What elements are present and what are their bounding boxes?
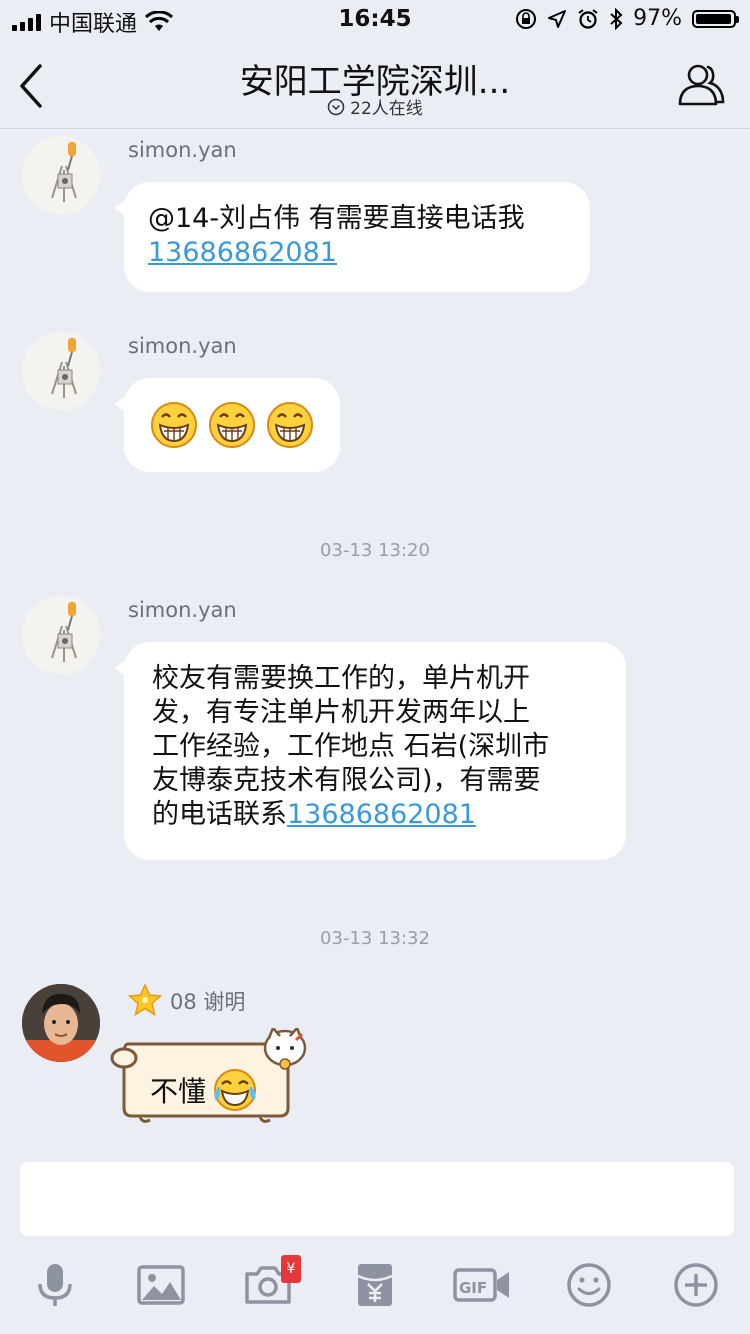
message-bubble[interactable]: 校友有需要换工作的，单片机开 发，有专注单片机开发两年以上 工作经验，工作地点 … <box>114 642 626 860</box>
message-line: 发，有专注单片机开发两年以上 <box>152 697 530 728</box>
gif-icon[interactable]: GIF <box>452 1260 512 1310</box>
laugh-cry-emoji <box>214 1069 257 1111</box>
message-bubble[interactable]: @14-刘占伟 有需要直接电话我 13686862081 <box>114 182 590 292</box>
online-status[interactable]: 22人在线 <box>0 94 750 119</box>
chevron-down-circle-icon <box>327 98 345 115</box>
message-line: 友博泰克技术有限公司)，有需要 <box>152 765 541 796</box>
battery-icon <box>692 9 739 28</box>
image-icon[interactable] <box>136 1260 186 1310</box>
status-right: 97% <box>515 6 739 31</box>
message-text: 的电话联系 <box>152 799 287 830</box>
alarm-icon <box>578 8 598 29</box>
rotation-lock-icon <box>516 8 537 29</box>
message-line: 的电话联系13686862081 <box>152 798 602 832</box>
grin-emoji <box>151 402 197 448</box>
avatar-image <box>22 332 100 410</box>
battery-fill <box>696 13 731 24</box>
phone-link[interactable]: 13686862081 <box>148 236 566 270</box>
timestamp: 03-13 13:20 <box>320 540 430 561</box>
message-line: 工作经验，工作地点 石岩(深圳市 <box>152 731 550 762</box>
message-line: 校友有需要换工作的，单片机开 <box>152 663 530 694</box>
avatar[interactable] <box>22 136 100 214</box>
nav-bar: 安阳工学院深圳... 22人在线 <box>0 40 750 129</box>
status-bar: 中国联通 16:45 97% <box>0 0 750 40</box>
timestamp: 03-13 13:32 <box>320 928 430 949</box>
sticker-message: 不懂 <box>150 1067 258 1113</box>
avatar-image <box>22 596 100 674</box>
avatar[interactable] <box>22 332 100 410</box>
emoji-row <box>150 378 314 472</box>
input-toolbar: GIF <box>0 1250 750 1334</box>
sender-name: simon.yan <box>128 334 237 358</box>
message-input[interactable] <box>20 1162 734 1236</box>
microphone-icon[interactable] <box>30 1260 80 1310</box>
avatar-image <box>22 984 100 1062</box>
online-count: 22人在线 <box>350 99 423 119</box>
sender-name: simon.yan <box>128 138 237 162</box>
sender-name: simon.yan <box>128 598 237 622</box>
grin-emoji <box>209 402 255 448</box>
avatar[interactable] <box>22 984 100 1062</box>
message-text: @14-刘占伟 有需要直接电话我 <box>148 203 525 234</box>
camera-badge: ¥ <box>281 1255 301 1283</box>
group-members-icon[interactable] <box>674 60 726 108</box>
bluetooth-icon <box>610 7 623 30</box>
avatar[interactable] <box>22 596 100 674</box>
grin-emoji <box>267 402 313 448</box>
message-text: 不懂 <box>150 1075 207 1108</box>
phone-link[interactable]: 13686862081 <box>287 799 476 830</box>
battery-percent: 97% <box>633 6 682 31</box>
sender-name: 08 谢明 <box>170 990 246 1014</box>
star-badge-icon <box>128 984 162 1016</box>
location-icon <box>548 9 567 28</box>
red-packet-icon[interactable] <box>350 1260 400 1310</box>
message-bubble[interactable] <box>114 378 340 472</box>
plus-icon[interactable] <box>671 1260 721 1310</box>
avatar-image <box>22 136 100 214</box>
svg-text:GIF: GIF <box>459 1279 487 1297</box>
emoji-icon[interactable] <box>564 1260 614 1310</box>
